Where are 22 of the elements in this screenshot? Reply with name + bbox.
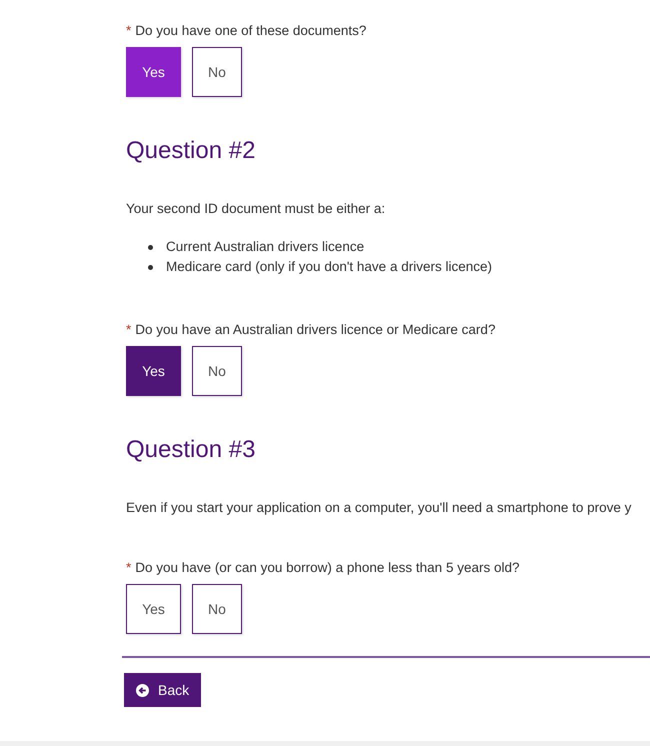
answer-option-button[interactable]: Yes <box>126 584 181 634</box>
left-arrow-circle-icon <box>136 684 149 696</box>
bullet-icon <box>148 264 153 270</box>
question-description: Your second ID document must be either a: <box>126 201 386 216</box>
question-label: Do you have an Australian drivers licence or Medicare card? <box>135 322 496 337</box>
question-heading: Question #2 <box>126 136 256 166</box>
question-heading: Question #3 <box>126 435 256 465</box>
required-asterisk: * <box>126 560 132 575</box>
answer-option-button[interactable]: No <box>192 47 242 97</box>
question-description: Even if you start your application on a computer, you'll need a smartphone to prove y <box>126 500 632 515</box>
required-asterisk: * <box>126 322 132 337</box>
answer-option-button[interactable]: No <box>192 346 242 396</box>
question-label: Do you have (or can you borrow) a phone less than 5 years old? <box>135 560 520 575</box>
answer-option-button[interactable]: Yes <box>126 47 181 97</box>
back-button[interactable]: Back <box>124 673 202 707</box>
answer-option-button[interactable]: Yes <box>126 346 181 396</box>
bullet-icon <box>148 244 153 250</box>
list-item: Current Australian drivers licence <box>166 238 364 256</box>
required-asterisk: * <box>126 23 132 38</box>
list-item: Medicare card (only if you don't have a drivers licence) <box>166 258 492 276</box>
question-label: Do you have one of these documents? <box>135 23 366 38</box>
answer-option-button[interactable]: No <box>192 584 242 634</box>
